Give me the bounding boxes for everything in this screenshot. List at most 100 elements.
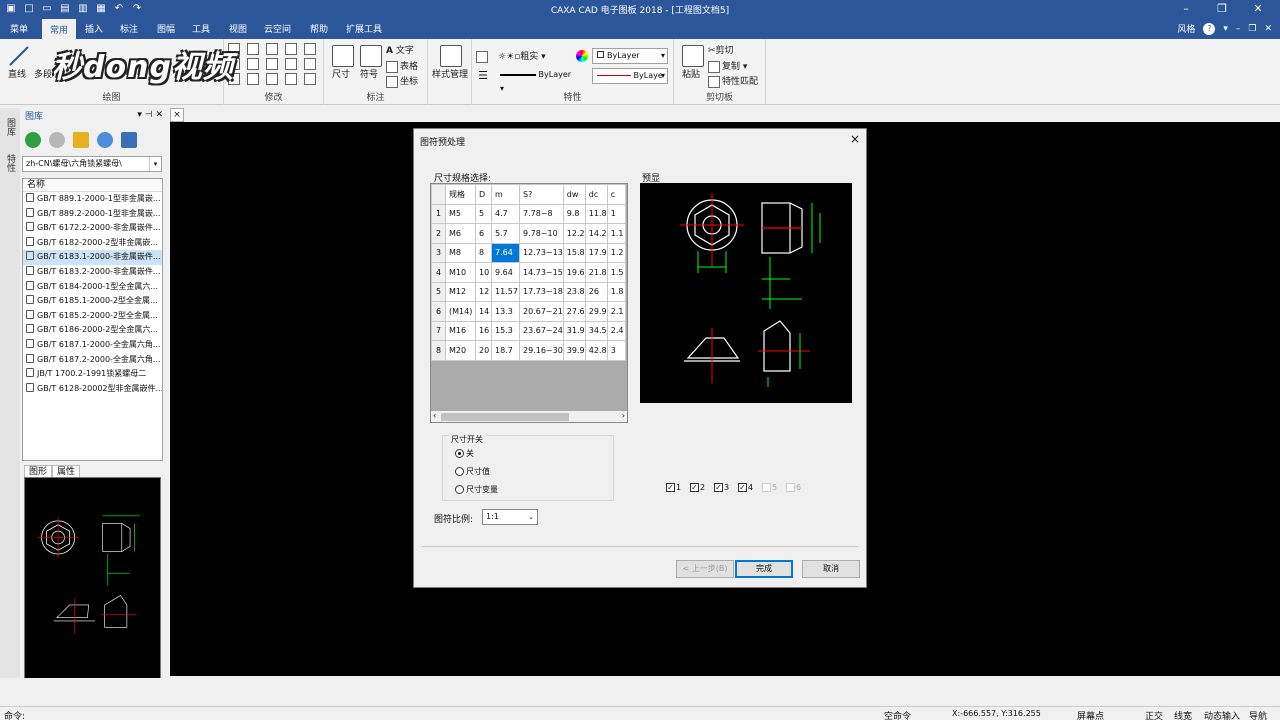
doc-close-icon[interactable]: ✕ <box>1264 24 1272 34</box>
checkbox-box[interactable] <box>786 483 795 492</box>
doc-minimize-icon[interactable]: – <box>1236 24 1241 34</box>
checkbox-box[interactable]: ✓ <box>714 483 723 492</box>
table-cell[interactable]: 1.2 <box>606 242 626 263</box>
checkbox-box[interactable] <box>762 483 771 492</box>
table-cell[interactable]: 7.64 <box>491 242 520 263</box>
column-header[interactable]: dw <box>562 184 586 205</box>
stretch-icon[interactable] <box>304 73 316 85</box>
table-cell[interactable]: 27.6 <box>562 301 586 322</box>
column-header-name[interactable]: 名称 <box>23 179 162 192</box>
table-cell[interactable]: M8 <box>445 242 476 263</box>
help-icon[interactable]: ? <box>1203 22 1216 35</box>
search-icon[interactable] <box>97 132 113 148</box>
table-cell[interactable]: 12.2 <box>562 223 586 244</box>
break-icon[interactable] <box>266 73 278 85</box>
linetype-icon[interactable]: ☰ <box>478 69 488 82</box>
view-checkbox[interactable]: ✓ 2 <box>690 483 705 492</box>
table-cell[interactable]: 23.67~24 <box>519 320 564 341</box>
rotate-icon[interactable] <box>247 58 259 70</box>
dynamic-input-toggle[interactable]: 动态输入 <box>1204 709 1240 720</box>
dialog-close-icon[interactable]: × <box>850 132 860 146</box>
list-item[interactable]: GB/T 6184-2000-1型全金属六... <box>23 280 162 295</box>
side-tab-library[interactable]: 图库 <box>4 118 17 136</box>
table-cell[interactable]: M5 <box>445 203 476 224</box>
chevron-down-icon[interactable]: ▾ <box>149 157 161 171</box>
list-item[interactable]: GB/T 6185.2-2000-2型全金属... <box>23 309 162 324</box>
table-cell[interactable]: 9.64 <box>491 262 520 283</box>
scroll-right-icon[interactable]: › <box>622 411 625 420</box>
table-cell[interactable]: 20 <box>475 340 492 361</box>
layer-icon[interactable] <box>476 51 488 63</box>
view-checkbox[interactable]: ✓ 4 <box>738 483 753 492</box>
table-cell[interactable]: 16 <box>475 320 492 341</box>
radio-dot[interactable] <box>455 485 464 494</box>
offset-icon[interactable] <box>285 58 297 70</box>
table-row[interactable]: 5 M12 12 11.57 17.73~18 23.8 26 1.8 <box>431 281 626 302</box>
close-icon[interactable]: ✕ <box>1240 1 1276 17</box>
explode-icon[interactable] <box>285 73 297 85</box>
cancel-button[interactable]: 取消 <box>802 560 860 578</box>
table-row[interactable]: 4 M10 10 9.64 14.73~15 19.6 21.8 1.5 <box>431 262 626 283</box>
table-button[interactable]: 表格 <box>386 59 418 73</box>
table-cell[interactable]: 15.3 <box>491 320 520 341</box>
row-header[interactable]: 1 <box>431 203 446 224</box>
table-cell[interactable]: 18.7 <box>491 340 520 361</box>
style-menu[interactable]: 风格 <box>1177 22 1195 35</box>
tab-view[interactable]: 视图 <box>229 22 247 35</box>
table-cell[interactable]: 9.8 <box>562 203 586 224</box>
list-item[interactable]: GB/T 6172.2-2000-非金属嵌件... <box>23 221 162 236</box>
list-item[interactable]: GB/T 889.2-2000-1型非金属嵌... <box>23 207 162 222</box>
table-cell[interactable]: M10 <box>445 262 476 283</box>
table-cell[interactable]: 12.73~13 <box>519 242 564 263</box>
line-button[interactable]: 直线 <box>8 45 30 80</box>
dimension-button[interactable]: 尺寸 <box>332 45 354 80</box>
pin-dropdown-icon[interactable]: ▾ <box>137 110 142 120</box>
prev-step-button[interactable]: < 上一步(B) <box>676 560 734 578</box>
table-row[interactable]: 8 M20 20 18.7 29.16~30 39.9 42.8 3 <box>431 340 626 361</box>
table-cell[interactable]: 21.8 <box>584 262 608 283</box>
table-cell[interactable]: M16 <box>445 320 476 341</box>
list-item[interactable]: GB/T 6128-20002型非金属嵌件... <box>23 382 162 397</box>
panel-close-icon[interactable]: ✕ <box>155 110 163 120</box>
table-cell[interactable]: 17.73~18 <box>519 281 564 302</box>
view-checkbox[interactable]: 6 <box>786 483 801 492</box>
doc-restore-icon[interactable]: ❐ <box>1248 24 1256 34</box>
restore-icon[interactable]: ❐ <box>1204 1 1240 17</box>
column-header[interactable]: dc <box>584 184 608 205</box>
row-header[interactable]: 2 <box>431 223 446 244</box>
table-cell[interactable]: (M14) <box>445 301 476 322</box>
side-tab-properties[interactable]: 特性 <box>4 154 17 172</box>
symbol-button[interactable]: 符号 <box>360 45 382 80</box>
table-cell[interactable]: M6 <box>445 223 476 244</box>
table-cell[interactable]: 29.16~30 <box>519 340 564 361</box>
table-cell[interactable]: 23.8 <box>562 281 586 302</box>
table-cell[interactable]: 12 <box>475 281 492 302</box>
color-wheel-icon[interactable] <box>576 50 588 62</box>
row-header[interactable]: 7 <box>431 320 446 341</box>
text-button[interactable]: A 文字 <box>386 43 414 56</box>
table-cell[interactable]: 14.73~15 <box>519 262 564 283</box>
coordinate-button[interactable]: 坐标 <box>386 74 418 88</box>
tab-frame[interactable]: 图幅 <box>157 22 175 35</box>
radio-dot[interactable] <box>455 467 464 476</box>
drawing-tab-close-icon[interactable]: × <box>170 108 184 122</box>
scroll-left-icon[interactable]: ‹ <box>433 411 436 420</box>
table-cell[interactable]: 6 <box>475 223 492 244</box>
scale-combo[interactable]: 1:1 ⌄ <box>482 509 538 525</box>
ortho-toggle[interactable]: 正交 <box>1145 709 1163 720</box>
linewidth-combo[interactable]: ByLaye ▾ <box>592 68 668 84</box>
table-row[interactable]: 1 M5 5 4.7 7.78~8 9.8 11.8 1 <box>431 203 626 224</box>
ribbon-minimize-icon[interactable]: ▾ <box>1223 24 1228 34</box>
forward-icon[interactable] <box>49 132 65 148</box>
chamfer-icon[interactable] <box>247 73 259 85</box>
trim-icon[interactable] <box>266 58 278 70</box>
row-header[interactable]: 3 <box>431 242 446 263</box>
table-cell[interactable]: 26 <box>584 281 608 302</box>
list-item[interactable]: GB/T 6187.1-2000-全金属六角... <box>23 338 162 353</box>
table-cell[interactable]: 10 <box>475 262 492 283</box>
lineweight-toggle[interactable]: 线宽 <box>1174 709 1192 720</box>
view-checkbox[interactable]: ✓ 3 <box>714 483 729 492</box>
tab-menu[interactable]: 菜单 <box>10 22 28 35</box>
table-cell[interactable]: 14 <box>475 301 492 322</box>
column-header[interactable]: c <box>606 184 626 205</box>
